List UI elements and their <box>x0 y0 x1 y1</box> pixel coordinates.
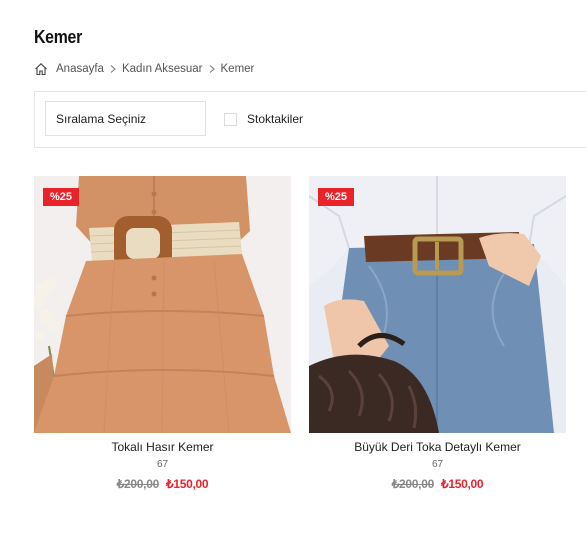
stock-filter-label: Stoktakiler <box>247 112 304 126</box>
new-price: ₺150,00 <box>166 477 209 491</box>
breadcrumb-link-home[interactable]: Anasayfa <box>56 63 104 75</box>
discount-badge: %25 <box>43 188 80 206</box>
product-name[interactable]: Tokalı Hasır Kemer <box>34 440 291 454</box>
chevron-right-icon <box>207 64 217 74</box>
old-price: ₺200,00 <box>391 477 435 491</box>
discount-badge: %25 <box>318 188 355 206</box>
product-prices: ₺200,00 ₺150,00 <box>34 477 291 491</box>
filter-bar: Sıralama Seçiniz Stoktakiler <box>34 91 586 148</box>
home-icon[interactable] <box>34 62 48 76</box>
stock-filter[interactable]: Stoktakiler <box>224 112 303 126</box>
product-card[interactable]: %25 Büyük Deri Toka Detaylı Kemer 67 ₺20… <box>309 176 566 491</box>
product-card[interactable]: %25 Tokalı Hasır Kemer 67 ₺200,00 ₺150,0… <box>34 176 291 491</box>
breadcrumb-link-category[interactable]: Kadın Aksesuar <box>122 63 203 75</box>
old-price: ₺200,00 <box>116 477 160 491</box>
product-name[interactable]: Büyük Deri Toka Detaylı Kemer <box>309 440 566 454</box>
product-image[interactable]: %25 <box>309 176 566 433</box>
breadcrumb: Anasayfa Kadın Aksesuar Kemer <box>34 61 254 77</box>
product-stock: 67 <box>156 459 169 470</box>
breadcrumb-current: Kemer <box>220 63 255 75</box>
page-title: Kemer <box>34 27 82 47</box>
product-prices: ₺200,00 ₺150,00 <box>309 477 566 491</box>
stock-checkbox[interactable] <box>224 112 237 126</box>
product-stock: 67 <box>431 459 444 470</box>
sort-select[interactable]: Sıralama Seçiniz <box>45 101 206 136</box>
product-image[interactable]: %25 <box>34 176 291 433</box>
new-price: ₺150,00 <box>441 477 484 491</box>
chevron-right-icon <box>108 64 118 74</box>
